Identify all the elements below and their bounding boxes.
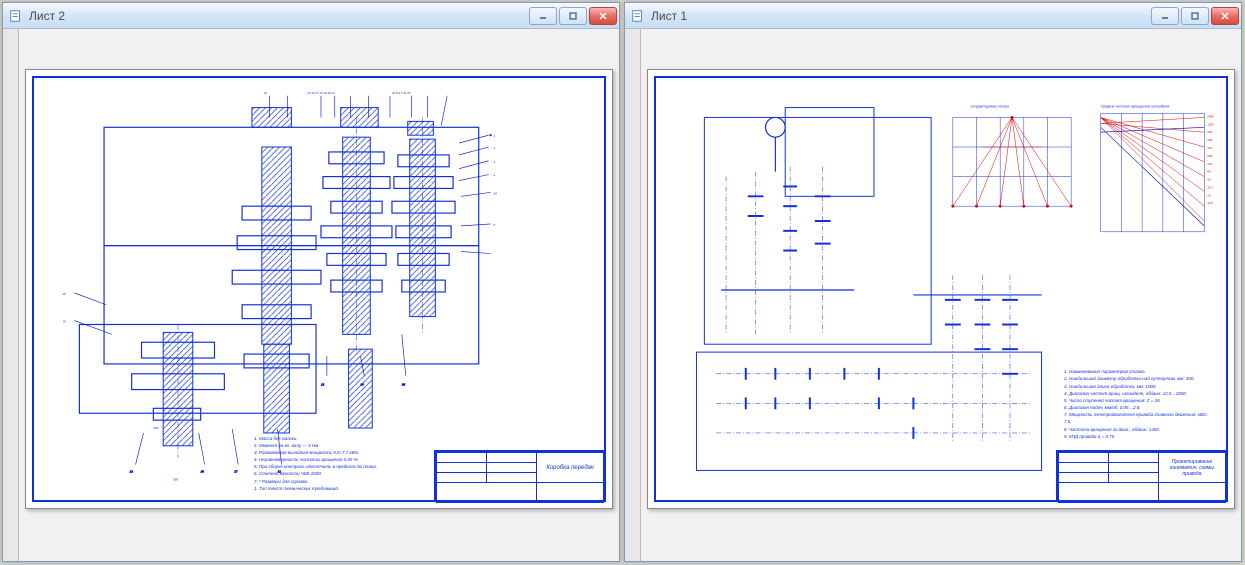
paper: 1 2 3 4 10 8 2 (25, 69, 613, 509)
svg-text:2: 2 (493, 146, 496, 150)
doc-icon (9, 9, 23, 23)
svg-text:26: 26 (200, 469, 205, 473)
drawing-canvas[interactable]: Структурная сетка (641, 29, 1241, 561)
title-block: Проектирование кинематич. схемы привода (1056, 450, 1226, 500)
svg-text:1: 1 (494, 134, 496, 138)
close-button[interactable] (589, 7, 617, 25)
paper: Структурная сетка (647, 69, 1235, 509)
ruler-vertical (3, 29, 19, 561)
svg-text:565: 565 (173, 477, 178, 481)
svg-text:315: 315 (1207, 146, 1212, 150)
titlebar[interactable]: Лист 2 (3, 3, 619, 29)
svg-text:2000: 2000 (1206, 114, 1214, 118)
window-title: Лист 1 (651, 9, 1151, 23)
doc-icon (631, 9, 645, 23)
minimize-button[interactable] (1151, 7, 1179, 25)
svg-text:24 5 6 7 11 25: 24 5 6 7 11 25 (391, 91, 411, 95)
svg-text:1250: 1250 (1207, 122, 1214, 126)
svg-text:График частот вращения шпиндел: График частот вращения шпинделя (1101, 104, 1171, 109)
close-button[interactable] (1211, 7, 1239, 25)
svg-text:10: 10 (494, 191, 498, 195)
svg-text:125: 125 (1207, 162, 1212, 166)
svg-text:22: 22 (263, 91, 268, 95)
svg-text:3: 3 (494, 160, 496, 164)
svg-text:500: 500 (1207, 138, 1212, 142)
svg-text:29: 29 (62, 320, 67, 324)
drawing-canvas[interactable]: 1 2 3 4 10 8 2 (19, 29, 619, 561)
minimize-button[interactable] (529, 7, 557, 25)
svg-text:200: 200 (1206, 154, 1212, 158)
svg-text:13: 13 (130, 469, 134, 473)
titlebar[interactable]: Лист 1 (625, 3, 1241, 29)
window-controls (529, 7, 617, 25)
window-sheet-1: Лист 1 (624, 2, 1242, 562)
svg-text:4: 4 (494, 174, 496, 178)
svg-text:12: 12 (321, 383, 325, 387)
svg-text:800: 800 (1207, 130, 1212, 134)
svg-text:50: 50 (1207, 178, 1211, 182)
window-title: Лист 2 (29, 9, 529, 23)
svg-text:15 16 17 18 19 20 21: 15 16 17 18 19 20 21 (307, 91, 335, 95)
svg-text:12.5: 12.5 (1207, 201, 1213, 205)
maximize-button[interactable] (1181, 7, 1209, 25)
window-content: 1 2 3 4 10 8 2 (3, 29, 619, 561)
svg-text:26: 26 (401, 383, 406, 387)
ruler-vertical (625, 29, 641, 561)
technical-notes: 1. Масса без смазки. 2. Момент на вх. ва… (254, 435, 424, 493)
title-block: Коробка передач (434, 450, 604, 500)
svg-text:450: 450 (153, 426, 158, 430)
window-content: Структурная сетка (625, 29, 1241, 561)
window-controls (1151, 7, 1239, 25)
svg-text:14: 14 (360, 383, 364, 387)
svg-text:31.5: 31.5 (1207, 185, 1213, 189)
svg-text:Структурная сетка: Структурная сетка (971, 104, 1010, 109)
svg-text:28: 28 (62, 292, 67, 296)
window-sheet-2: Лист 2 (2, 2, 620, 562)
technical-notes: 1. Наименование параметров станка. 2. На… (1064, 368, 1214, 440)
svg-text:80: 80 (1207, 170, 1211, 174)
svg-text:20: 20 (1206, 193, 1211, 197)
svg-text:8: 8 (494, 223, 496, 227)
maximize-button[interactable] (559, 7, 587, 25)
svg-text:27: 27 (233, 469, 238, 473)
